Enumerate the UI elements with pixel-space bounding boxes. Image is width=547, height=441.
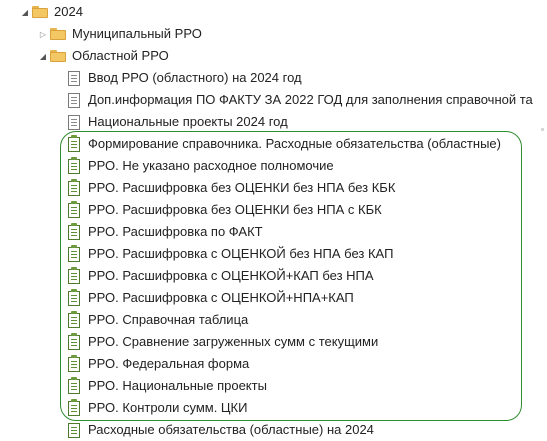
tree-item-label: РРО. Сравнение загруженных сумм с текущи… (88, 334, 379, 349)
report-icon (68, 376, 80, 394)
tree-item-label: РРО. Не указано расходное полномочие (88, 158, 334, 173)
tree-item-label: Формирование справочника. Расходные обяз… (88, 136, 501, 151)
tree-item-label: РРО. Расшифровка по ФАКТ (88, 224, 263, 239)
folder-icon (50, 28, 66, 40)
tree-item-label: РРО. Расшифровка с ОЦЕНКОЙ без НПА без К… (88, 246, 394, 261)
tree-item-report[interactable]: РРО. Расшифровка с ОЦЕНКОЙ+КАП без НПА (68, 265, 374, 287)
tree-item-report[interactable]: РРО. Расшифровка с ОЦЕНКОЙ без НПА без К… (68, 243, 393, 265)
report-icon (68, 398, 80, 416)
folder-icon (32, 6, 48, 18)
tree-item-report[interactable]: РРО. Расшифровка без ОЦЕНКИ без НПА без … (68, 177, 395, 199)
tree-item-report[interactable]: РРО. Справочная таблица (68, 309, 248, 331)
tree-item-label: Доп.информация ПО ФАКТУ ЗА 2022 ГОД для … (88, 92, 533, 107)
report-icon (68, 178, 80, 196)
tree-item-report[interactable]: РРО. Контроли сумм. ЦКИ (68, 397, 247, 419)
tree-item-report[interactable]: РРО. Расшифровка по ФАКТ (68, 221, 263, 243)
tree-item-report[interactable]: РРО. Расшифровка без ОЦЕНКИ без НПА с КБ… (68, 199, 382, 221)
report-icon (68, 288, 80, 306)
tree-item-label: РРО. Расшифровка с ОЦЕНКОЙ+КАП без НПА (88, 268, 374, 283)
report-icon (68, 310, 80, 328)
tree-node-label: Областной РРО (72, 48, 169, 63)
report-icon (68, 222, 80, 240)
scrollbar-marker (541, 128, 544, 131)
tree-item-label: Расходные обязательства (областные) на 2… (88, 422, 374, 437)
expand-toggle-icon[interactable]: ◢ (38, 45, 48, 67)
report-icon (68, 354, 80, 372)
folder-icon (50, 50, 66, 62)
tree-item-label: РРО. Федеральная форма (88, 356, 250, 371)
tree-item-report[interactable]: РРО. Сравнение загруженных сумм с текущи… (68, 331, 378, 353)
tree-item-document[interactable]: Ввод РРО (областного) на 2024 год (68, 67, 302, 89)
expand-toggle-icon[interactable]: ◢ (20, 1, 30, 23)
tree-node-municipal-rro[interactable]: ▷ Муниципальный РРО (38, 23, 202, 45)
report-tree: ◢ 2024 ▷ Муниципальный РРО ◢ Областной Р… (0, 0, 547, 441)
report-icon (68, 156, 80, 174)
tree-item-document[interactable]: Национальные проекты 2024 год (68, 111, 288, 133)
collapse-toggle-icon[interactable]: ▷ (38, 23, 48, 45)
tree-item-label: Ввод РРО (областного) на 2024 год (88, 70, 302, 85)
report-icon (68, 266, 80, 284)
document-icon (68, 92, 80, 108)
tree-item-label: РРО. Справочная таблица (88, 312, 249, 327)
tree-node-label: Муниципальный РРО (72, 26, 202, 41)
report-icon (68, 134, 80, 152)
tree-item-label: РРО. Расшифровка с ОЦЕНКОЙ+НПА+КАП (88, 290, 354, 305)
tree-item-report[interactable]: РРО. Расшифровка с ОЦЕНКОЙ+НПА+КАП (68, 287, 354, 309)
tree-item-report[interactable]: РРО. Национальные проекты (68, 375, 267, 397)
tree-item-report[interactable]: РРО. Федеральная форма (68, 353, 249, 375)
tree-item-label: РРО. Расшифровка без ОЦЕНКИ без НПА с КБ… (88, 202, 382, 217)
tree-item-label: РРО. Национальные проекты (88, 378, 267, 393)
tree-item-report[interactable]: Формирование справочника. Расходные обяз… (68, 133, 501, 155)
tree-node-2024[interactable]: ◢ 2024 (20, 1, 83, 23)
report-icon (68, 332, 80, 350)
tree-item-label: Национальные проекты 2024 год (88, 114, 288, 129)
tree-item-report[interactable]: РРО. Не указано расходное полномочие (68, 155, 334, 177)
tree-item-document[interactable]: Доп.информация ПО ФАКТУ ЗА 2022 ГОД для … (68, 89, 533, 111)
document-icon (68, 70, 80, 86)
tree-item-label: РРО. Контроли сумм. ЦКИ (88, 400, 248, 415)
tree-item-form[interactable]: Расходные обязательства (областные) на 2… (68, 419, 374, 441)
document-icon (68, 114, 80, 130)
tree-node-label: 2024 (54, 4, 83, 19)
report-icon (68, 244, 80, 262)
tree-node-regional-rro[interactable]: ◢ Областной РРО (38, 45, 169, 67)
form-icon (68, 422, 80, 438)
report-icon (68, 200, 80, 218)
tree-item-label: РРО. Расшифровка без ОЦЕНКИ без НПА без … (88, 180, 396, 195)
